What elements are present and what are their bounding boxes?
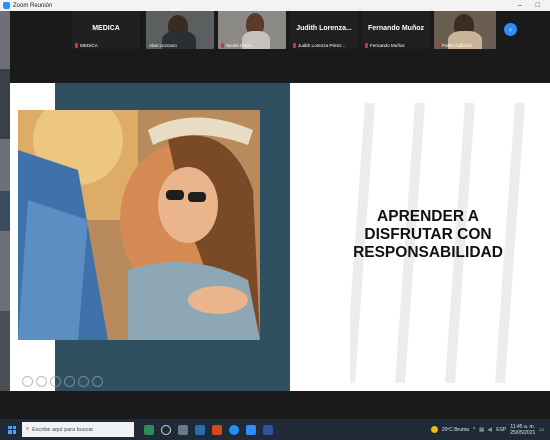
zoom-logo-icon xyxy=(3,2,10,9)
participant-name: MEDICA xyxy=(92,25,120,32)
participant-caption: Pablo Gallardo xyxy=(442,43,473,48)
muted-mic-icon xyxy=(437,43,440,48)
task-view-icon[interactable] xyxy=(178,424,188,435)
participant-name: Fernando Muñoz xyxy=(368,25,424,32)
participant-caption: Judith Lorenza Pérez... xyxy=(298,43,346,48)
meeting-controls-bar xyxy=(10,391,550,419)
volume-icon[interactable]: ◂) xyxy=(488,427,492,433)
search-placeholder: Escribe aquí para buscar xyxy=(32,426,94,433)
slide-photo xyxy=(18,110,260,340)
notification-icon[interactable]: ▭ xyxy=(539,427,544,433)
muted-mic-icon xyxy=(75,43,78,48)
system-tray: 20ºC Bruma ^ ▤ ◂) ESP 11:45 a. m. 25/05/… xyxy=(430,424,550,436)
participant-tile[interactable]: Judith Lorenza... Judith Lorenza Pérez..… xyxy=(290,11,358,49)
window-titlebar: Zoom Reunión – □ xyxy=(0,0,550,11)
language-indicator[interactable]: ESP xyxy=(496,427,506,433)
zoom-icon[interactable] xyxy=(78,376,89,387)
search-icon: ⌕ xyxy=(26,426,30,432)
slides-grid-icon[interactable] xyxy=(64,376,75,387)
weather-text: 20ºC Bruma xyxy=(441,426,469,433)
browser-icon[interactable] xyxy=(229,424,239,435)
chevron-right-icon: › xyxy=(509,25,512,34)
muted-mic-icon xyxy=(221,43,224,48)
taskbar-search-input[interactable]: ⌕ Escribe aquí para buscar xyxy=(22,422,134,437)
slide-headline: APRENDER A DISFRUTAR CON RESPONSABILIDAD xyxy=(328,208,528,262)
slide-controls[interactable] xyxy=(22,376,103,387)
office-icon[interactable] xyxy=(212,424,222,435)
participant-name: Judith Lorenza... xyxy=(296,25,352,32)
background-window-strip xyxy=(0,11,10,391)
next-page-button[interactable]: › xyxy=(504,23,517,36)
muted-mic-icon xyxy=(293,43,296,48)
weather-icon xyxy=(430,426,438,433)
headline-line: RESPONSABILIDAD xyxy=(353,244,503,261)
pen-icon[interactable] xyxy=(50,376,61,387)
participant-tile[interactable]: Fernando Muñoz Fernando Muñoz xyxy=(362,11,430,49)
participant-caption: Alan Lezcano xyxy=(149,43,177,48)
file-explorer-icon[interactable] xyxy=(195,424,205,435)
windows-start-icon[interactable] xyxy=(8,425,16,434)
news-icon[interactable] xyxy=(144,424,154,435)
clock-date: 25/05/2021 xyxy=(510,429,536,436)
more-options-icon[interactable] xyxy=(92,376,103,387)
next-slide-icon[interactable] xyxy=(36,376,47,387)
muted-mic-icon xyxy=(365,43,368,48)
windows-taskbar: ⌕ Escribe aquí para buscar 20ºC Bruma ^ … xyxy=(0,419,550,440)
tray-chevron-icon[interactable]: ^ xyxy=(473,427,475,433)
participant-caption: Nicole Cerro xyxy=(226,43,252,48)
zoom-taskbar-icon[interactable] xyxy=(246,424,256,435)
participant-caption: Fernando Muñoz xyxy=(370,43,405,48)
participant-gallery: MEDICA MEDICA Alan Lezcano Nicole Cerro … xyxy=(10,11,550,83)
window-title: Zoom Reunión xyxy=(13,2,53,9)
participant-caption: MEDICA xyxy=(80,43,98,48)
participant-video-tile[interactable]: Alan Lezcano xyxy=(146,11,214,49)
shared-screen-slide: APRENDER A DISFRUTAR CON RESPONSABILIDAD xyxy=(10,83,550,391)
word-icon[interactable] xyxy=(263,424,273,435)
participant-tile[interactable]: MEDICA MEDICA xyxy=(72,11,140,49)
clock[interactable]: 11:45 a. m. 25/05/2021 xyxy=(510,424,535,436)
restore-button[interactable]: □ xyxy=(536,2,540,9)
cortana-icon[interactable] xyxy=(161,424,171,435)
previous-slide-icon[interactable] xyxy=(22,376,33,387)
participant-video-tile[interactable]: Nicole Cerro xyxy=(218,11,286,49)
network-icon: ▤ xyxy=(479,426,485,433)
participant-video-tile[interactable]: Pablo Gallardo xyxy=(434,11,496,49)
headline-line: DISFRUTAR CON xyxy=(364,226,492,243)
headline-line: APRENDER A xyxy=(377,208,479,225)
minimize-button[interactable]: – xyxy=(518,2,522,9)
